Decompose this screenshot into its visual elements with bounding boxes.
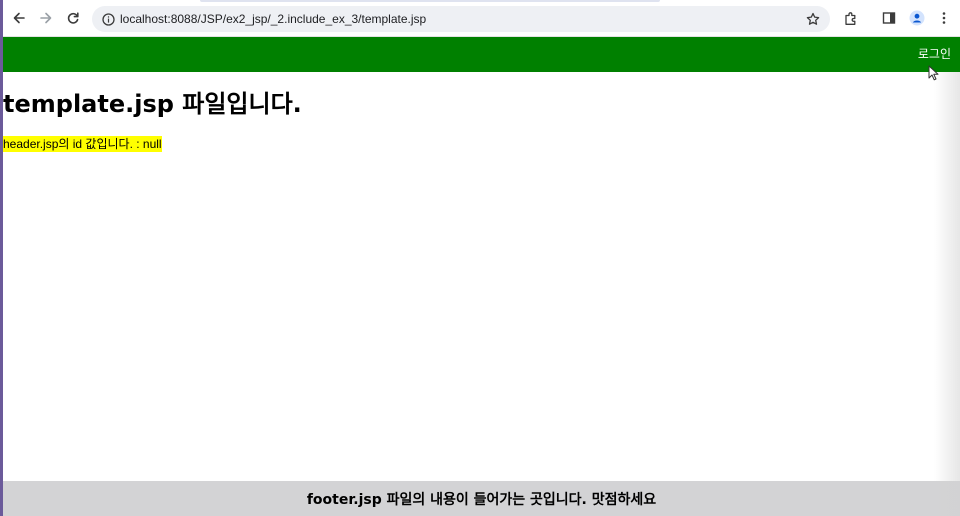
- star-icon: [806, 12, 820, 25]
- extensions-button[interactable]: [842, 9, 860, 27]
- reload-icon: [67, 12, 79, 24]
- site-info-button[interactable]: [99, 10, 117, 28]
- url-text[interactable]: localhost:8088/JSP/ex2_jsp/_2.include_ex…: [120, 11, 426, 27]
- footer: footer.jsp 파일의 내용이 들어가는 곳입니다. 맛점하세요: [3, 481, 960, 516]
- more-vert-icon: [942, 12, 946, 24]
- puzzle-icon: [844, 11, 855, 25]
- reload-button[interactable]: [64, 9, 82, 27]
- header-bar: 로그인: [3, 37, 960, 72]
- footer-text: footer.jsp 파일의 내용이 들어가는 곳입니다. 맛점하세요: [306, 491, 657, 508]
- info-icon: [101, 12, 115, 26]
- browser-toolbar: localhost:8088/JSP/ex2_jsp/_2.include_ex…: [0, 0, 960, 37]
- login-link[interactable]: 로그인: [918, 46, 951, 62]
- page-title: template.jsp 파일입니다.: [3, 90, 302, 118]
- browser-window: localhost:8088/JSP/ex2_jsp/_2.include_ex…: [0, 0, 960, 516]
- id-value-text: header.jsp의 id 값입니다. : null: [3, 136, 162, 152]
- back-button[interactable]: [10, 9, 28, 27]
- bookmark-button[interactable]: [804, 10, 822, 28]
- page-edge-shadow: [934, 72, 960, 516]
- forward-button[interactable]: [37, 9, 55, 27]
- arrow-left-icon: [13, 12, 25, 24]
- profile-button[interactable]: [908, 9, 926, 27]
- window-edge: [0, 0, 3, 516]
- tab-strip-edge: [200, 0, 660, 2]
- address-bar[interactable]: localhost:8088/JSP/ex2_jsp/_2.include_ex…: [92, 6, 830, 32]
- side-panel-button[interactable]: [880, 9, 898, 27]
- arrow-right-icon: [40, 12, 52, 24]
- side-panel-icon: [882, 12, 896, 24]
- profile-icon: [909, 10, 925, 26]
- web-page: 로그인 template.jsp 파일입니다. header.jsp의 id 값…: [3, 37, 960, 516]
- browser-menu-button[interactable]: [935, 9, 953, 27]
